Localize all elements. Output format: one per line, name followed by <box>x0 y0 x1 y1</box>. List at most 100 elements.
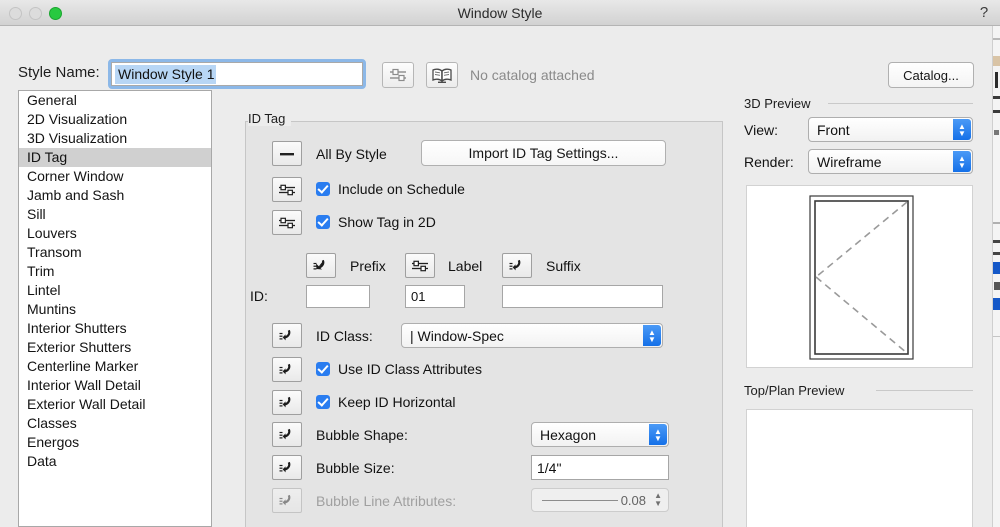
stepper-arrows-icon: ▲ ▼ <box>654 491 662 508</box>
book-icon[interactable] <box>426 62 458 88</box>
topplan-preview-title: Top/Plan Preview <box>744 383 845 398</box>
use-id-class-attributes-label: Use ID Class Attributes <box>338 361 482 377</box>
sidebar-item-id-tag[interactable]: ID Tag <box>19 148 211 167</box>
hook-icon <box>272 488 302 513</box>
render-value: Wireframe <box>817 153 882 170</box>
use-id-class-attributes-checkbox[interactable] <box>316 362 330 376</box>
view-select[interactable]: Front ▲ ▼ <box>808 117 973 142</box>
bubble-line-attributes-value: 0.08 <box>620 493 646 508</box>
all-by-style-label: All By Style <box>316 146 387 162</box>
hook-icon[interactable] <box>272 390 302 415</box>
hook-icon[interactable] <box>502 253 532 278</box>
chevron-updown-icon: ▲ ▼ <box>953 151 971 172</box>
row-all-by-style: All By Style Import ID Tag Settings... <box>246 138 724 170</box>
sidebar-item-energos[interactable]: Energos <box>19 433 211 452</box>
preview-3d-title: 3D Preview <box>744 96 811 111</box>
hook-icon[interactable] <box>272 455 302 480</box>
chevron-updown-icon: ▲ ▼ <box>953 119 971 140</box>
sidebar-item-jamb-and-sash[interactable]: Jamb and Sash <box>19 186 211 205</box>
id-label: ID: <box>250 288 268 304</box>
line-weight-preview <box>542 500 618 501</box>
bubble-line-attributes-label: Bubble Line Attributes: <box>316 493 457 509</box>
label-label: Label <box>448 258 483 274</box>
window-title: Window Style <box>457 5 543 21</box>
sidebar-item-interior-shutters[interactable]: Interior Shutters <box>19 319 211 338</box>
id-class-select[interactable]: | Window-Spec ▲ ▼ <box>401 323 663 348</box>
id-prefix-input[interactable] <box>306 285 370 308</box>
id-label-input[interactable]: 01 <box>405 285 465 308</box>
keep-id-horizontal-label: Keep ID Horizontal <box>338 394 456 410</box>
view-value: Front <box>817 121 850 138</box>
show-tag-in-2d-label: Show Tag in 2D <box>338 214 436 230</box>
sidebar-item-2d-visualization[interactable]: 2D Visualization <box>19 110 211 129</box>
bubble-size-input[interactable]: 1/4" <box>531 455 669 480</box>
topplan-preview-canvas[interactable] <box>746 409 973 527</box>
sidebar-item-interior-wall-detail[interactable]: Interior Wall Detail <box>19 376 211 395</box>
sliders-icon[interactable] <box>382 62 414 88</box>
sliders-icon[interactable] <box>405 253 435 278</box>
bubble-shape-value: Hexagon <box>540 426 597 443</box>
render-select[interactable]: Wireframe ▲ ▼ <box>808 149 973 174</box>
row-id-class: ID Class: | Window-Spec ▲ ▼ <box>246 320 724 352</box>
sidebar-item-general[interactable]: General <box>19 91 211 110</box>
sidebar-item-trim[interactable]: Trim <box>19 262 211 281</box>
titlebar: Window Style ? <box>0 0 1000 26</box>
bubble-shape-select[interactable]: Hexagon ▲ ▼ <box>531 422 669 447</box>
id-suffix-input[interactable] <box>502 285 663 308</box>
sidebar-item-lintel[interactable]: Lintel <box>19 281 211 300</box>
settings-pane-list[interactable]: General 2D Visualization 3D Visualizatio… <box>18 90 212 527</box>
include-on-schedule-label: Include on Schedule <box>338 181 465 197</box>
window-style-dialog: Window Style ? Style Name: Window Style … <box>0 0 1000 527</box>
chevron-updown-icon: ▲ ▼ <box>649 424 667 445</box>
row-keep-id-horizontal: Keep ID Horizontal <box>246 387 724 419</box>
hook-icon[interactable] <box>272 323 302 348</box>
id-tag-group: All By Style Import ID Tag Settings... I… <box>245 121 723 527</box>
keep-id-horizontal-checkbox[interactable] <box>316 395 330 409</box>
style-name-value: Window Style 1 <box>115 64 217 84</box>
window-wireframe-drawing <box>809 195 914 360</box>
sidebar-item-corner-window[interactable]: Corner Window <box>19 167 211 186</box>
view-label: View: <box>744 122 778 138</box>
bubble-shape-label: Bubble Shape: <box>316 427 408 443</box>
sliders-icon[interactable] <box>272 210 302 235</box>
catalog-button[interactable]: Catalog... <box>888 62 974 88</box>
row-show-tag-in-2d: Show Tag in 2D <box>246 207 724 239</box>
hook-icon[interactable] <box>306 253 336 278</box>
sidebar-item-exterior-shutters[interactable]: Exterior Shutters <box>19 338 211 357</box>
help-icon[interactable]: ? <box>974 3 994 23</box>
sidebar-item-transom[interactable]: Transom <box>19 243 211 262</box>
include-on-schedule-checkbox[interactable] <box>316 182 330 196</box>
style-name-label: Style Name: <box>18 64 100 81</box>
row-id-fields: ID: 01 <box>246 282 724 314</box>
hook-icon[interactable] <box>272 357 302 382</box>
style-name-input[interactable]: Window Style 1 <box>108 59 366 89</box>
sidebar-item-exterior-wall-detail[interactable]: Exterior Wall Detail <box>19 395 211 414</box>
hook-icon[interactable] <box>272 422 302 447</box>
import-id-tag-settings-button[interactable]: Import ID Tag Settings... <box>421 140 666 166</box>
row-id-headers: Prefix Label Suffix <box>246 250 724 282</box>
sidebar-item-3d-visualization[interactable]: 3D Visualization <box>19 129 211 148</box>
chevron-updown-icon: ▲ ▼ <box>643 325 661 346</box>
sidebar-item-classes[interactable]: Classes <box>19 414 211 433</box>
show-tag-in-2d-checkbox[interactable] <box>316 215 330 229</box>
dash-icon[interactable] <box>272 141 302 166</box>
toolbar: Style Name: Window Style 1 No catalog at… <box>0 26 992 89</box>
catalog-status-text: No catalog attached <box>470 67 595 83</box>
row-use-id-class-attributes: Use ID Class Attributes <box>246 354 724 386</box>
sidebar-item-data[interactable]: Data <box>19 452 211 471</box>
render-label: Render: <box>744 154 794 170</box>
suffix-label: Suffix <box>546 258 581 274</box>
topplan-preview-rule <box>876 390 973 391</box>
row-bubble-size: Bubble Size: 1/4" <box>246 452 724 484</box>
style-name-input-inner: Window Style 1 <box>111 62 363 86</box>
sidebar-item-centerline-marker[interactable]: Centerline Marker <box>19 357 211 376</box>
sidebar-item-muntins[interactable]: Muntins <box>19 300 211 319</box>
sliders-icon[interactable] <box>272 177 302 202</box>
row-bubble-line-attributes: Bubble Line Attributes: 0.08 ▲ ▼ <box>246 485 724 517</box>
id-class-label: ID Class: <box>316 328 373 344</box>
preview-3d-canvas[interactable] <box>746 185 973 368</box>
bubble-line-attributes-stepper: 0.08 ▲ ▼ <box>531 488 669 512</box>
sidebar-item-louvers[interactable]: Louvers <box>19 224 211 243</box>
sidebar-item-sill[interactable]: Sill <box>19 205 211 224</box>
group-title-id-tag: ID Tag <box>248 111 292 126</box>
